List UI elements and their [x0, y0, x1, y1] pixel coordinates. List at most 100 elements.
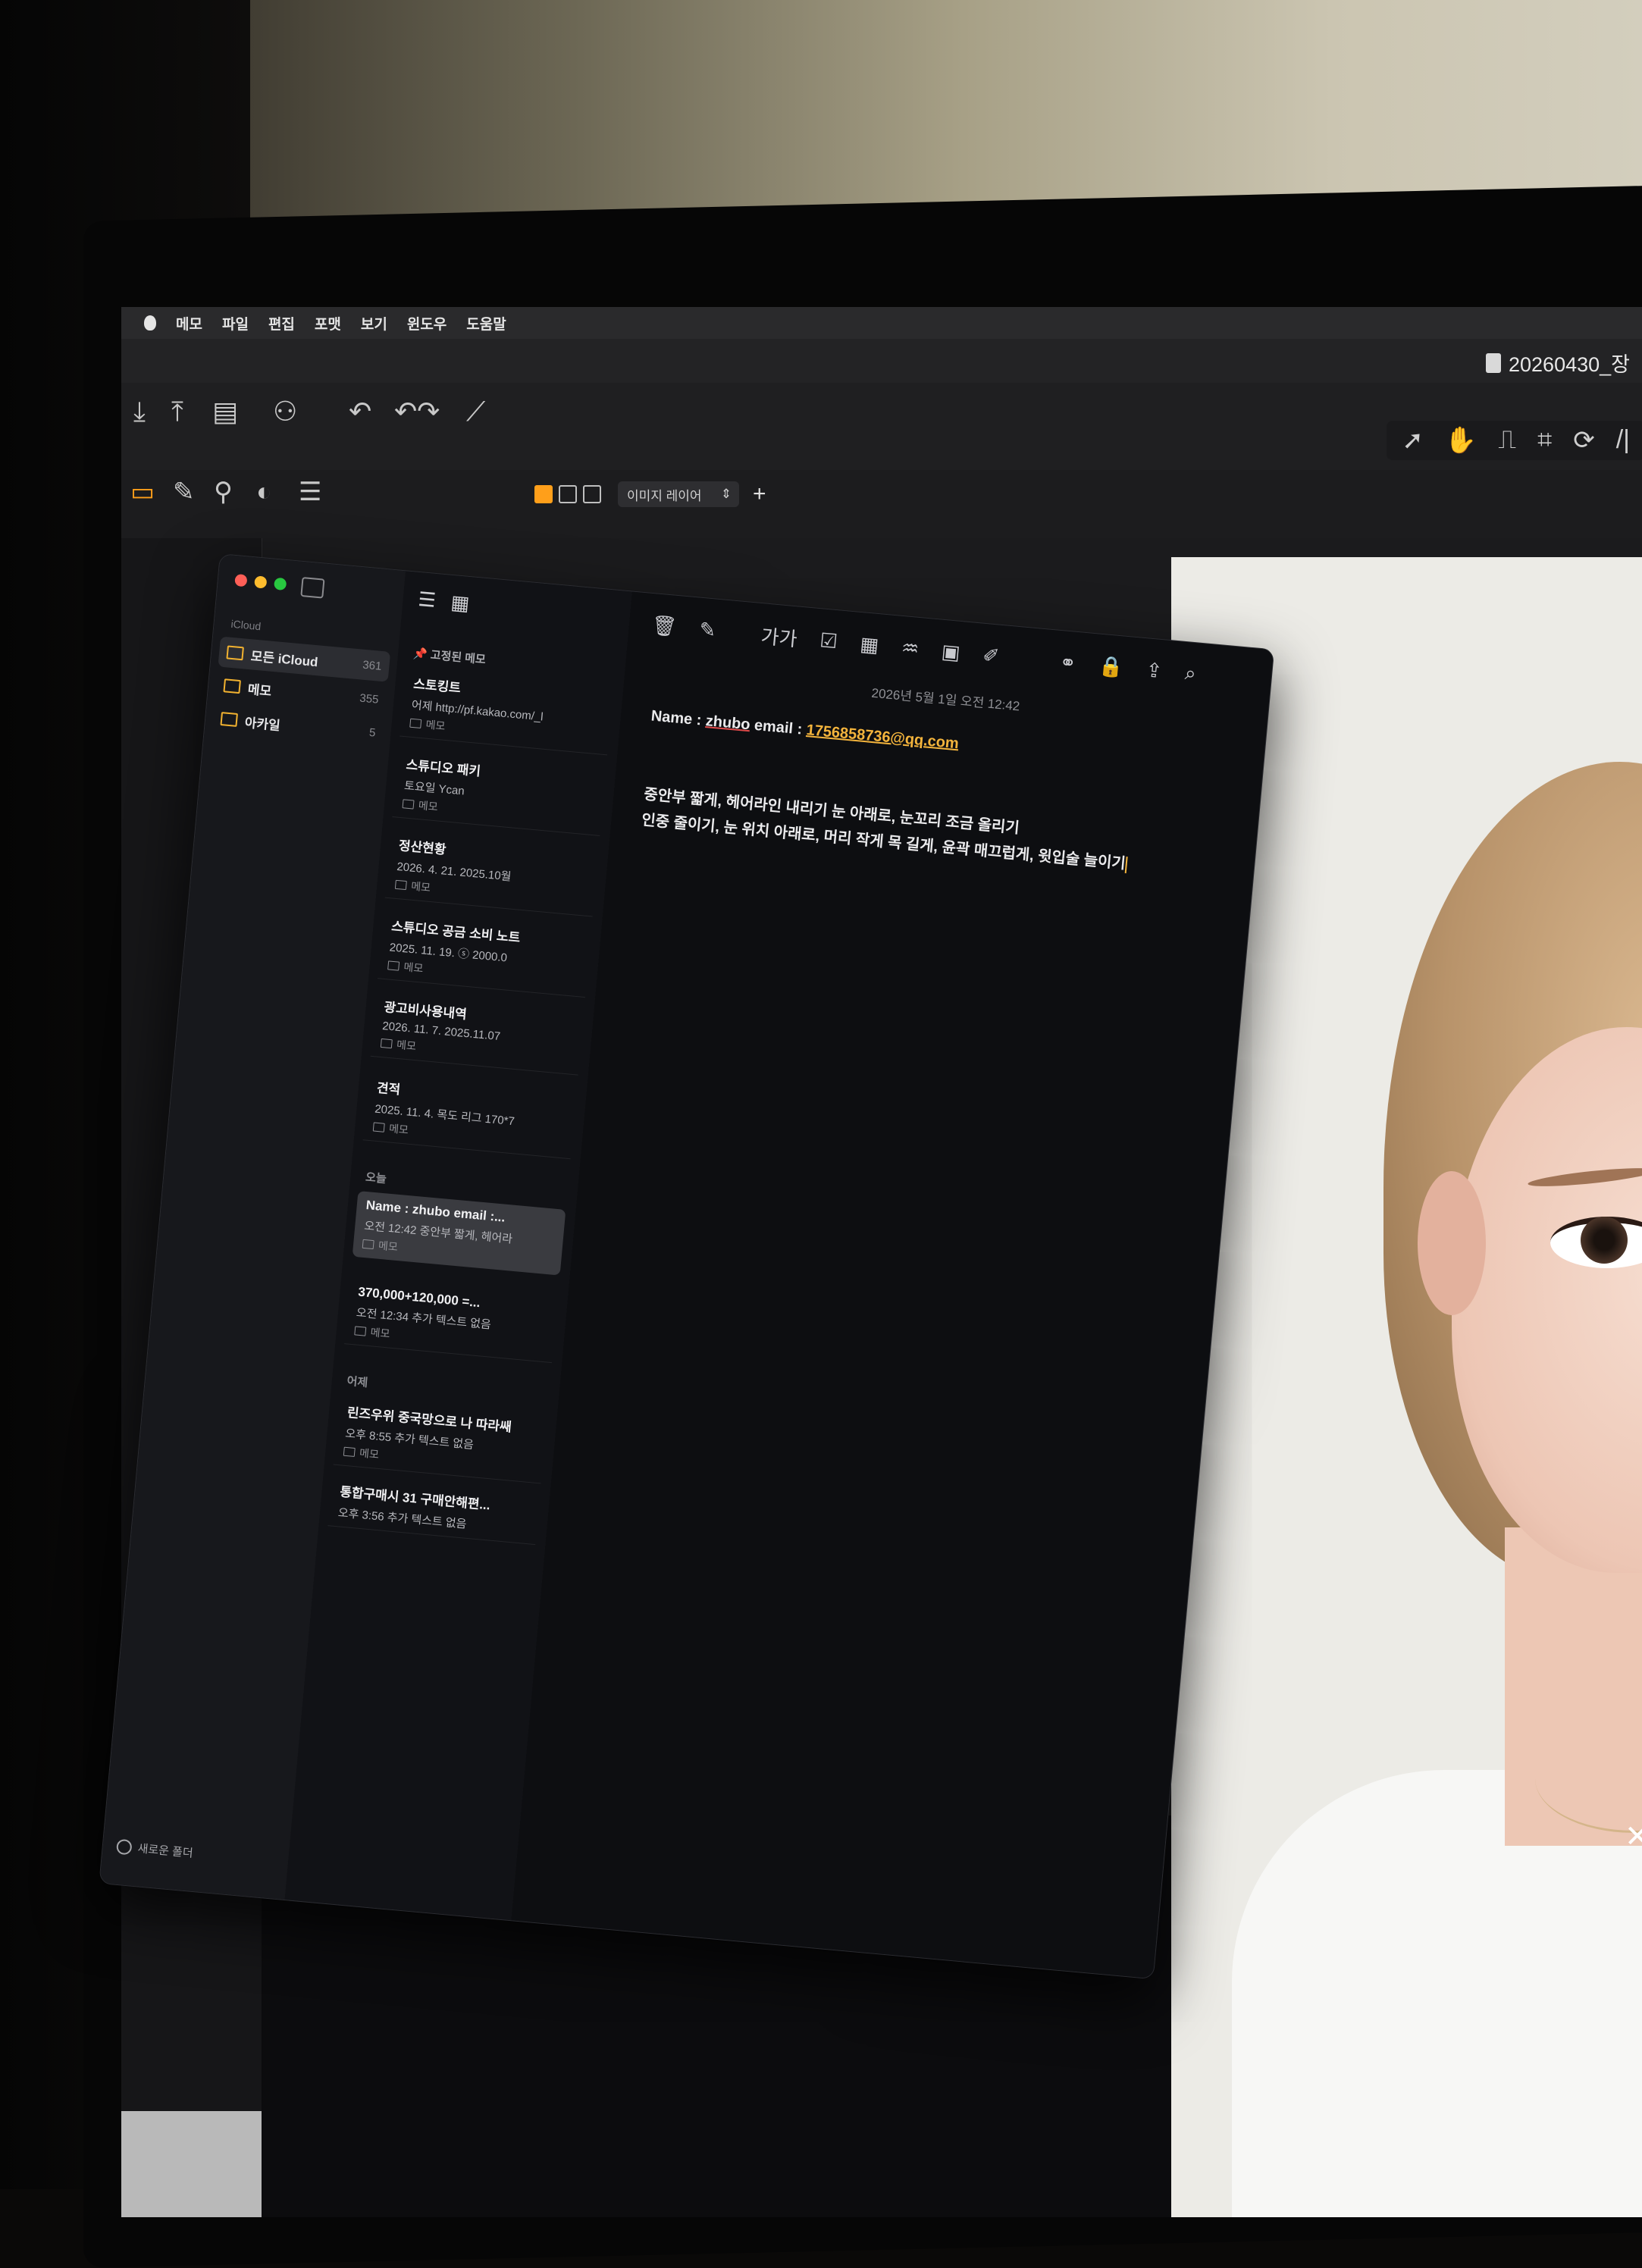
download-icon: ⤓ [133, 396, 146, 427]
audio-icon[interactable]: ♒ [901, 636, 920, 661]
layer-select[interactable]: 이미지 레이어 ⇕ [618, 481, 739, 507]
gallery-view-icon[interactable]: ▦ [450, 590, 470, 616]
checklist-icon[interactable]: ☑ [819, 628, 838, 653]
ruler-icon[interactable]: /| [1616, 425, 1630, 456]
toolbar2-color-button[interactable]: ◐ [256, 478, 272, 506]
list-item[interactable]: 광고비사용내역 2026. 11. 7. 2025.11.07 메모 [370, 989, 584, 1076]
sidebar-toggle-icon[interactable] [300, 576, 325, 599]
folder-icon [402, 799, 415, 810]
menu-notes[interactable]: 메모 [176, 313, 202, 334]
menu-view[interactable]: 보기 [361, 313, 387, 334]
lock-icon[interactable]: 🔒 [1098, 653, 1124, 679]
folder-icon: ▭ [130, 478, 155, 506]
media-icon[interactable]: ▣ [941, 639, 961, 664]
list-item-selected[interactable]: Name : zhubo email :... 오전 12:42 중안부 짧게,… [352, 1191, 566, 1276]
layer-bar: 이미지 레이어 ⇕ + [534, 481, 766, 507]
toolbar2-sliders-button[interactable]: ☰ [299, 478, 321, 506]
undo-redo-icon: ↶↷ [394, 396, 440, 427]
document-filename: 20260430_장 [1509, 353, 1630, 376]
bow-pendant-icon: ✕ [1625, 1820, 1642, 1853]
minimize-button[interactable] [254, 575, 268, 589]
markup-icon[interactable]: ✐ [982, 643, 1000, 668]
notes-window: iCloud 모든 iCloud 361 메모 355 아카일 5 새로운 폴더… [99, 553, 1275, 1980]
folder-icon [380, 1038, 393, 1049]
toolbar-undo-redo-button[interactable]: ↶↷ [394, 396, 440, 427]
document-title: 20260430_장 [1486, 348, 1630, 377]
list-item[interactable]: 370,000+120,000 =... 오전 12:34 추가 텍스트 없음 … [344, 1277, 558, 1364]
toolbar2-folder-button[interactable]: ▭ [130, 478, 155, 506]
folder-icon [394, 879, 407, 891]
layer-select-value: 이미지 레이어 [627, 488, 702, 503]
folder-icon [372, 1122, 385, 1132]
crop-icon[interactable]: ⌗ [1537, 425, 1552, 456]
list-item[interactable]: 린즈우위 중국망으로 나 따라쌔 오후 8:55 추가 텍스트 없음 메모 [333, 1394, 547, 1484]
toolbar2-edit-button[interactable]: ✎ [173, 478, 195, 506]
list-item[interactable]: 견적 2025. 11. 4. 목도 리그 170*7 메모 [362, 1070, 577, 1160]
chevron-updown-icon: ⇕ [720, 487, 732, 501]
rotate-icon[interactable]: ⟳ [1573, 425, 1595, 456]
list-view-icon[interactable]: ☰ [417, 587, 437, 612]
text-format-icon[interactable]: 가가 [760, 621, 798, 652]
toolbar-document-button[interactable]: ▤ [212, 396, 238, 427]
new-folder-button[interactable]: 새로운 폴더 [115, 1838, 194, 1861]
editor-toolbar-secondary: ▭ ✎ ⚲ ◐ ☰ [121, 470, 1642, 538]
canvas-tools: ➚ ✋ ⎍ ⌗ ⟳ /| [1387, 421, 1642, 460]
group-today: 오늘 [365, 1170, 387, 1186]
select-arrow-icon[interactable]: ➚ [1402, 425, 1424, 456]
folder-icon [343, 1446, 356, 1458]
toolbar-upload-button[interactable]: ⤒ [171, 396, 183, 427]
trash-icon[interactable]: 🗑 [650, 613, 678, 639]
folder-icon [387, 960, 400, 971]
toolbar-users-button[interactable]: ⚇ [273, 396, 297, 427]
folder-icon [409, 718, 422, 728]
compare-view-icon[interactable] [583, 485, 601, 503]
toolbar-download-button[interactable]: ⤓ [133, 396, 146, 427]
list-view-controls: ☰ ▦ [417, 587, 470, 616]
search-icon[interactable]: ⌕ [1184, 661, 1197, 686]
folder-icon [223, 678, 241, 694]
group-yesterday: 어제 [346, 1374, 368, 1390]
menu-format[interactable]: 포맷 [315, 313, 341, 334]
list-item[interactable]: 스튜디오 공금 소비 노트 2025. 11. 19. ⓢ 2000.0 메모 [377, 908, 592, 998]
note-editor: 🗑 ✎ 가가 ☑ ▦ ♒ ▣ ✐ ⚭ 🔒 ⇪ ⌕ 2026년 5월 1일 오전 … [511, 591, 1274, 1979]
toolbar-magic-wand-button[interactable]: ⟋ [466, 396, 485, 427]
stamp-icon[interactable]: ⎍ [1498, 425, 1516, 456]
list-item[interactable]: 스토킹트 어제 http://pf.kakao.com/_l 메모 [400, 666, 614, 756]
single-view-icon[interactable] [559, 485, 577, 503]
magic-wand-icon: ⟋ [466, 396, 486, 427]
zoom-button[interactable] [273, 577, 287, 591]
menu-bar: 메모 파일 편집 포맷 보기 윈도우 도움말 [121, 307, 1642, 339]
toolbar2-pin-button[interactable]: ⚲ [214, 478, 233, 506]
apple-icon[interactable] [144, 315, 156, 330]
menu-window[interactable]: 윈도우 [407, 313, 447, 334]
list-item[interactable]: 정산현황 2026. 4. 21. 2025.10월 메모 [384, 827, 599, 917]
folder-icon [220, 712, 238, 727]
folder-icon [354, 1326, 367, 1336]
note-line-name-email[interactable]: Name : zhubo email : 1756858736@qq.com [650, 707, 960, 753]
toolbar-undo-button[interactable]: ↶ [349, 396, 371, 427]
menu-help[interactable]: 도움말 [466, 313, 506, 334]
add-layer-icon[interactable]: + [753, 481, 766, 507]
edit-icon: ✎ [173, 478, 195, 506]
grid-view-icon[interactable] [534, 485, 553, 503]
note-body[interactable]: 중안부 짧게, 헤어라인 내리기 눈 아래로, 눈꼬리 조금 올리기 인중 줄이… [641, 783, 1189, 884]
list-item[interactable]: 통합구매시 31 구매안해편... 오후 3:56 추가 텍스트 없음 [327, 1474, 541, 1546]
folder-icon [226, 645, 244, 661]
photo-iris [1581, 1217, 1628, 1264]
close-button[interactable] [234, 573, 248, 587]
share-icon[interactable]: ⇪ [1145, 658, 1163, 683]
color-icon: ◐ [256, 478, 272, 506]
document-icon: ▤ [212, 396, 239, 427]
menu-edit[interactable]: 편집 [268, 313, 295, 334]
thumbnail-strip[interactable] [121, 2111, 262, 2217]
plus-circle-icon [115, 1838, 133, 1855]
hand-icon[interactable]: ✋ [1445, 425, 1477, 456]
compose-icon[interactable]: ✎ [698, 617, 716, 642]
users-icon: ⚇ [273, 396, 298, 427]
list-item[interactable]: 스튜디오 패키 토요일 Ycan 메모 [392, 747, 606, 836]
email-link[interactable]: 1756858736@qq.com [806, 722, 960, 752]
menu-file[interactable]: 파일 [222, 313, 249, 334]
table-icon[interactable]: ▦ [859, 632, 879, 657]
sliders-icon: ☰ [299, 478, 322, 506]
collaborate-icon[interactable]: ⚭ [1058, 650, 1077, 675]
